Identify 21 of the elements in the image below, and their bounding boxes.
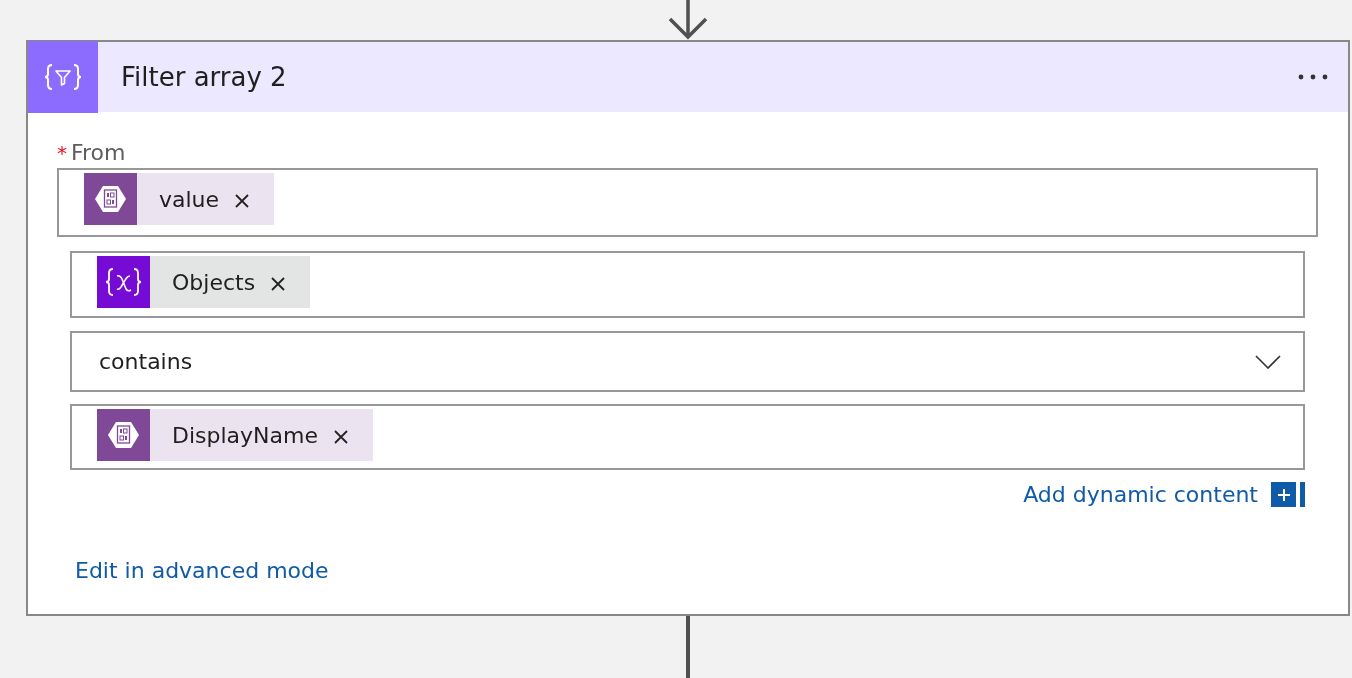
required-mark: * bbox=[57, 141, 67, 165]
token-chip[interactable]: DisplayName bbox=[97, 409, 373, 461]
variable-icon bbox=[97, 256, 150, 308]
vertical-bar bbox=[1300, 482, 1305, 507]
field-label: From bbox=[71, 139, 126, 167]
token-chip[interactable]: Objects bbox=[97, 256, 311, 308]
from-field[interactable]: value bbox=[57, 168, 1318, 237]
add-button[interactable] bbox=[1271, 482, 1296, 507]
close-icon[interactable] bbox=[334, 430, 348, 444]
token-chip[interactable]: value bbox=[84, 173, 275, 225]
action-title: Filter array 2 bbox=[121, 61, 288, 94]
operator-dropdown[interactable]: contains bbox=[70, 331, 1305, 392]
close-icon[interactable] bbox=[271, 277, 286, 291]
plus-icon bbox=[1277, 488, 1290, 501]
condition-right-field[interactable]: DisplayName bbox=[70, 404, 1305, 470]
add-dynamic-content-link[interactable]: Add dynamic content bbox=[1023, 479, 1258, 510]
advanced-mode-link[interactable]: Edit in advanced mode bbox=[75, 556, 329, 586]
more-icon[interactable] bbox=[1298, 74, 1328, 80]
close-icon[interactable] bbox=[235, 194, 250, 208]
chevron-down-icon bbox=[1255, 354, 1281, 369]
condition-left-field[interactable]: Objects bbox=[70, 251, 1305, 318]
